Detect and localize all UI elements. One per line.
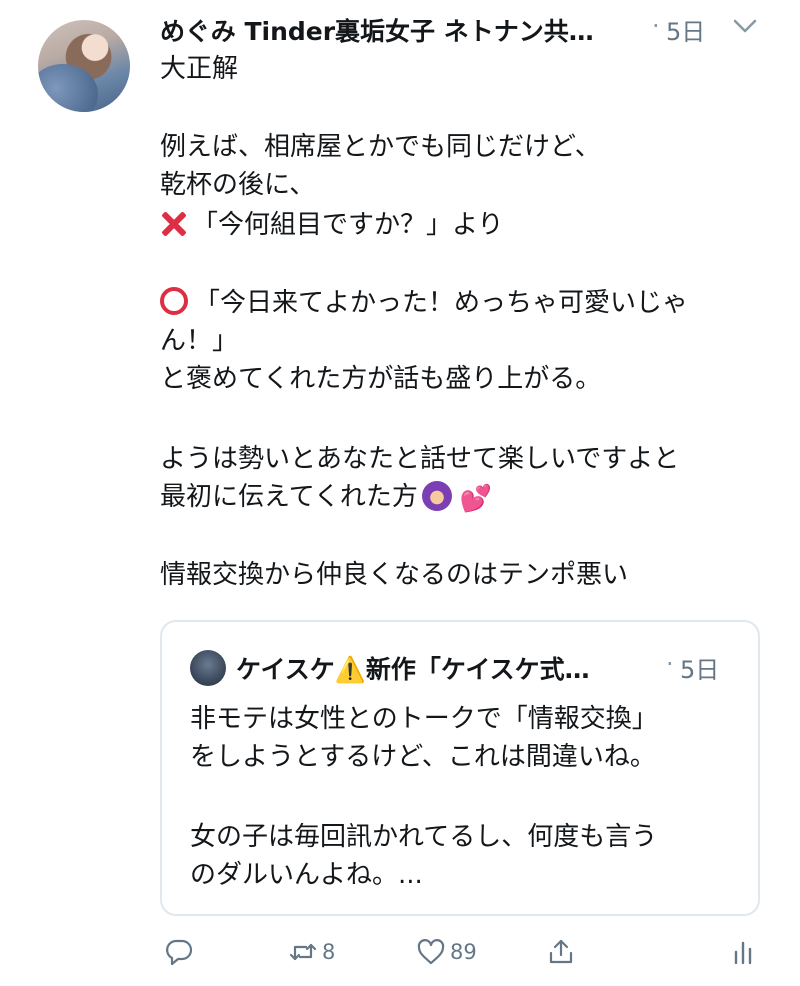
retweet-icon	[289, 943, 317, 961]
share-button[interactable]	[546, 934, 576, 970]
circle-mark-icon	[160, 287, 188, 315]
two-hearts-icon: 💕	[459, 484, 493, 514]
quoted-line: 女の子は毎回訊かれてるし、何度も言う	[190, 822, 658, 852]
retweet-button[interactable]: 8	[288, 934, 335, 970]
separator-dot: ·	[666, 650, 674, 678]
tweet-line: 大正解	[160, 54, 239, 84]
like-button[interactable]: 89	[416, 934, 477, 970]
tweet-line: ようは勢いとあなたと話せて楽しいですよと	[160, 444, 680, 474]
tweet-line-x: 「今何組目ですか？」より	[160, 208, 503, 242]
quoted-author-name: ケイスケ⚠️新作「ケイスケ式…	[236, 655, 590, 684]
quoted-line: 非モテは女性とのトークで「情報交換」	[190, 704, 658, 734]
retweet-count: 8	[322, 940, 336, 964]
tweet-header: めぐみ Tinder裏垢女子 ネトナン共… · 5日	[160, 10, 760, 46]
separator-dot: ·	[652, 12, 660, 40]
tweet-line-text: 最初に伝えてくれた方	[160, 482, 418, 512]
tweet-actions: 8 89	[160, 932, 760, 972]
tweet-line-emoji: 最初に伝えてくれた方 💕	[160, 480, 492, 514]
reply-button[interactable]	[164, 934, 194, 970]
tweet-line: ん！」	[160, 326, 239, 356]
tweet-line-text: 「今日来てよかった！めっちゃ可愛いじゃ	[194, 288, 689, 318]
quoted-line: をしようとするけど、これは間違いね。	[190, 742, 656, 772]
reply-icon	[166, 939, 193, 966]
author-avatar[interactable]	[38, 20, 130, 112]
chevron-down-icon[interactable]	[732, 16, 758, 36]
tweet-line: 例えば、相席屋とかでも同じだけど、	[160, 132, 601, 162]
heart-icon	[417, 939, 445, 965]
author-name[interactable]: めぐみ Tinder裏垢女子 ネトナン共…	[160, 12, 620, 48]
tweet-line-o: 「今日来てよかった！めっちゃ可愛いじゃ	[160, 286, 688, 320]
analytics-button[interactable]	[728, 934, 758, 970]
like-count: 89	[450, 940, 477, 964]
quoted-author-avatar	[190, 650, 226, 686]
analytics-icon	[734, 941, 752, 965]
share-icon	[549, 939, 573, 964]
woman-gesturing-ok-icon	[421, 481, 452, 511]
tweet-line: 情報交換から仲良くなるのはテンポ悪い	[160, 560, 629, 590]
tweet-line: と褒めてくれた方が話も盛り上がる。	[160, 364, 602, 394]
quoted-line: のダルいんよね。...	[190, 860, 423, 890]
quoted-timestamp: 5日	[680, 656, 720, 684]
tweet-line-text: 「今何組目ですか？」より	[192, 210, 504, 240]
tweet-line: 乾杯の後に、	[160, 170, 316, 200]
tweet-timestamp[interactable]: 5日	[666, 12, 705, 47]
cross-mark-icon	[160, 211, 186, 237]
quoted-tweet[interactable]: ケイスケ⚠️新作「ケイスケ式… · 5日 非モテは女性とのトークで「情報交換」 …	[160, 620, 760, 916]
